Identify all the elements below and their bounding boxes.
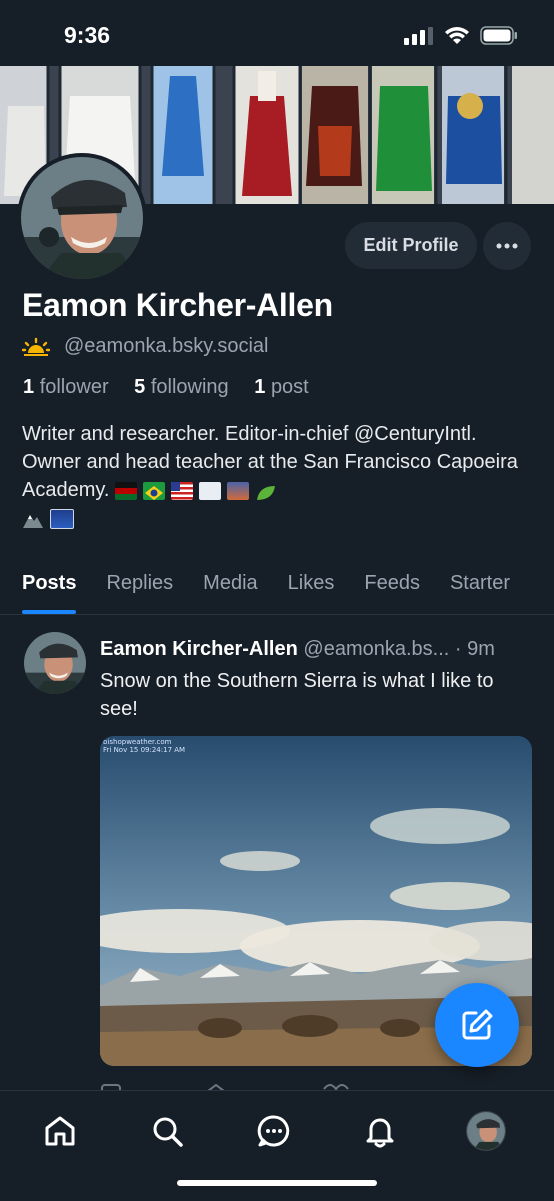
profile-name: Eamon Kircher-Allen xyxy=(22,287,333,323)
compose-post-button[interactable] xyxy=(435,983,519,1067)
profile-avatar[interactable] xyxy=(17,153,147,283)
nav-profile[interactable] xyxy=(466,1111,506,1151)
status-icons xyxy=(404,26,518,45)
ellipsis-icon xyxy=(496,243,518,249)
post-actions xyxy=(100,1080,360,1090)
more-options-button[interactable] xyxy=(483,222,531,270)
nav-chat[interactable] xyxy=(254,1111,294,1151)
battery-icon xyxy=(480,26,517,45)
status-time: 9:36 xyxy=(64,22,111,48)
handle-row: @eamonka.bsky.social xyxy=(22,335,268,358)
cellular-signal-icon xyxy=(404,26,433,45)
nav-notifications[interactable] xyxy=(360,1111,400,1151)
post-author-handle[interactable]: @eamonka.bs... xyxy=(303,638,449,660)
nav-profile-avatar xyxy=(466,1111,506,1151)
profile-handle[interactable]: @eamonka.bsky.social xyxy=(64,335,268,358)
post-text: Snow on the Southern Sierra is what I li… xyxy=(100,670,494,720)
following-link[interactable]: 5 following xyxy=(134,376,239,398)
posts-count: 1 post xyxy=(254,376,309,398)
bridge-sticker-icon xyxy=(227,481,250,500)
flag-usa-icon xyxy=(171,481,194,500)
nav-home[interactable] xyxy=(40,1111,80,1151)
image-caption: bishopweather.com Fri Nov 15 09:24:17 AM xyxy=(103,738,186,754)
tab-posts[interactable]: Posts xyxy=(22,566,77,614)
followers-link[interactable]: 1 follower xyxy=(23,376,119,398)
mountain-icon xyxy=(22,509,44,528)
tab-likes[interactable]: Likes xyxy=(288,566,335,614)
bio-emoji xyxy=(115,481,277,500)
bell-icon xyxy=(366,1118,394,1148)
leaf-icon xyxy=(255,482,277,500)
wifi-icon xyxy=(445,27,469,44)
edit-profile-button[interactable]: Edit Profile xyxy=(345,222,477,269)
chat-icon xyxy=(257,1115,290,1147)
post-author-avatar[interactable] xyxy=(24,632,86,694)
flag-brazil-icon xyxy=(143,481,166,500)
search-icon xyxy=(153,1117,183,1147)
sunrise-icon xyxy=(22,337,50,356)
bio-emoji-2 xyxy=(22,508,74,529)
post-header: Eamon Kircher-Allen @eamonka.bs... · 9m xyxy=(100,638,532,661)
tab-starter-packs[interactable]: Starter xyxy=(450,566,510,614)
tab-feeds[interactable]: Feeds xyxy=(364,566,420,614)
nav-search[interactable] xyxy=(147,1111,187,1151)
avatar-image xyxy=(21,157,143,279)
profile-bio: Writer and researcher. Editor-in-chief @… xyxy=(22,420,534,532)
city-sticker-icon xyxy=(50,508,74,529)
tabs-divider xyxy=(0,614,554,615)
flag-kenya-icon xyxy=(115,481,138,500)
post-author-name[interactable]: Eamon Kircher-Allen xyxy=(100,638,298,660)
profile-tabs: Posts Replies Media Likes Feeds Starter xyxy=(0,566,554,614)
profile-stats: 1 follower 5 following 1 post xyxy=(23,376,329,399)
tab-replies[interactable]: Replies xyxy=(106,566,173,614)
snowflake-sticker-icon xyxy=(199,481,222,500)
like-icon xyxy=(323,1084,349,1090)
post-timestamp[interactable]: · 9m xyxy=(455,638,495,660)
home-icon xyxy=(45,1116,75,1146)
tab-media[interactable]: Media xyxy=(203,566,257,614)
home-indicator xyxy=(177,1180,377,1186)
compose-icon xyxy=(462,1009,493,1040)
